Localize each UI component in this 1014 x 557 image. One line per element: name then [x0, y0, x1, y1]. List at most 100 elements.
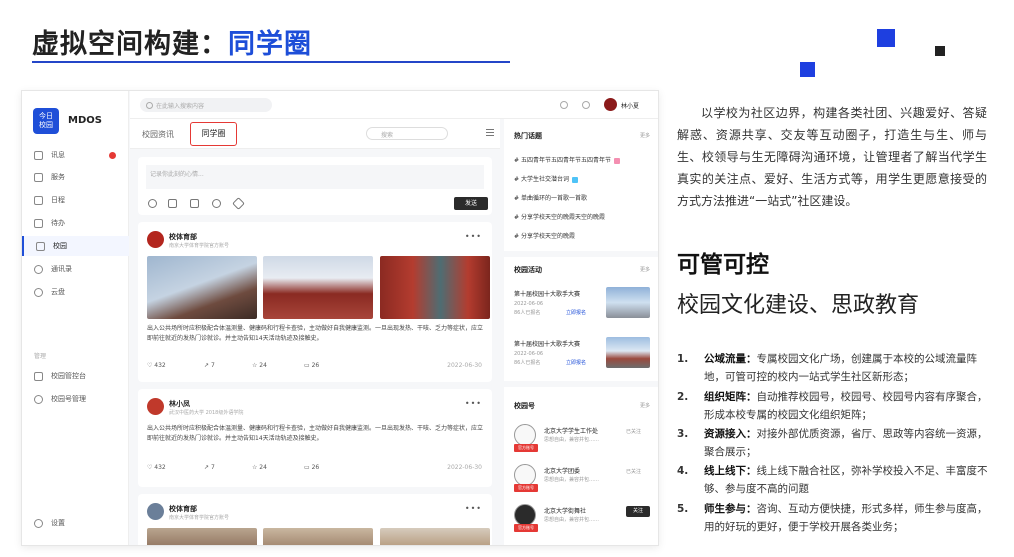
feed-search-input[interactable]: 搜索	[366, 127, 448, 140]
app-logo: 今日 校园	[33, 108, 59, 134]
topic-item[interactable]: # 五四青年节五四青年节五四青年节	[514, 155, 620, 164]
favorite-count[interactable]: ☆ 24	[252, 362, 267, 369]
account-item[interactable]: 官方账号 北京大学学生工作处 思想自由，兼容并包…… 已关注	[514, 424, 654, 458]
more-icon[interactable]: •••	[465, 504, 482, 513]
post-image[interactable]	[263, 528, 373, 545]
section-heading: 可管可控	[677, 252, 769, 278]
decor-square-dark	[935, 46, 945, 56]
right-panel: 热门话题 更多 # 五四青年节五四青年节五四青年节 # 大学生社交潜台词 # 单…	[504, 119, 658, 545]
event-item[interactable]: 第十届校园十大歌手大赛 2022-06-06 86人已报名 立即报名	[514, 337, 654, 369]
topic-item[interactable]: # 单曲循环的一首歌一首歌	[514, 193, 587, 202]
post-author[interactable]: 校体育部	[169, 232, 197, 242]
user-name[interactable]: 林小夏	[621, 101, 639, 110]
title-prefix: 虚拟空间构建：	[32, 29, 228, 60]
official-badge: 官方账号	[514, 484, 538, 492]
event-image	[606, 287, 650, 318]
account-item[interactable]: 官方账号 北京大学团委 思想自由，兼容并包…… 已关注	[514, 464, 654, 498]
author-avatar[interactable]	[147, 398, 164, 415]
divider	[504, 381, 658, 387]
event-title: 第十届校园十大歌手大赛	[514, 341, 581, 348]
feed-tabs: 校园资讯 同学圈 搜索	[130, 119, 500, 149]
more-icon[interactable]: •••	[465, 399, 482, 408]
accounts-more-link[interactable]: 更多	[640, 402, 650, 409]
post-image[interactable]	[263, 256, 373, 319]
monitor-icon	[34, 371, 43, 381]
like-count[interactable]: ♡ 432	[147, 464, 166, 471]
event-register-link[interactable]: 立即报名	[566, 359, 586, 366]
follow-button[interactable]: 关注	[626, 506, 650, 517]
author-avatar[interactable]	[147, 503, 164, 520]
sidebar-item-campus[interactable]: 校园	[22, 236, 129, 256]
post-author[interactable]: 校体育部	[169, 504, 197, 514]
notification-icon[interactable]	[560, 101, 568, 109]
moon-icon[interactable]	[582, 101, 590, 109]
share-count[interactable]: ↗ 7	[204, 362, 215, 369]
service-icon	[34, 172, 43, 182]
post-author-sub: 武汉中医药大学 2018级外语学院	[169, 410, 244, 416]
account-sub: 思想自由，兼容并包……	[544, 437, 600, 443]
accounts-title: 校园号	[514, 402, 535, 410]
video-icon[interactable]	[190, 199, 199, 208]
tag-icon[interactable]	[232, 197, 245, 210]
sidebar-item-messages[interactable]: 讯息	[22, 145, 129, 165]
sidebar-item-account-manage[interactable]: 校园号管理	[22, 389, 129, 409]
settings-icon	[34, 518, 43, 528]
sidebar-item-cloud[interactable]: 云盘	[22, 282, 129, 302]
topic-item[interactable]: # 大学生社交潜台词	[514, 174, 578, 183]
sidebar-item-schedule[interactable]: 日程	[22, 190, 129, 210]
account-sub: 思想自由，兼容并包……	[544, 477, 600, 483]
brand-name: MDOS	[68, 115, 102, 126]
post-image[interactable]	[380, 528, 490, 545]
more-icon[interactable]: •••	[465, 232, 482, 241]
image-icon[interactable]	[168, 199, 177, 208]
account-sub: 思想自由，兼容并包……	[544, 517, 600, 523]
tab-campus-news[interactable]: 校园资讯	[142, 129, 174, 140]
sidebar-item-settings[interactable]: 设置	[22, 513, 129, 533]
sidebar-item-services[interactable]: 服务	[22, 167, 129, 187]
post-author-sub: 南京大学体育学院官方账号	[169, 515, 230, 521]
menu-icon[interactable]	[486, 129, 494, 136]
topic-item[interactable]: # 分享学校天空的晚霞天空的晚霞	[514, 212, 605, 221]
sidebar-item-todo[interactable]: 待办	[22, 213, 129, 233]
hot-topics-more-link[interactable]: 更多	[640, 132, 650, 139]
post-image[interactable]	[380, 256, 490, 319]
global-search-input[interactable]: 在此输入搜索内容	[140, 98, 272, 112]
sidebar: 今日 校园 MDOS 讯息 服务 日程 待办 校园 通讯录 云盘 管理 校园管控…	[22, 91, 129, 545]
account-avatar	[514, 424, 536, 446]
new-tag-icon	[571, 176, 578, 183]
event-count: 86人已报名	[514, 310, 541, 316]
send-button[interactable]: 发送	[454, 197, 488, 210]
followed-label[interactable]: 已关注	[626, 428, 641, 435]
followed-label[interactable]: 已关注	[626, 468, 641, 475]
feed-post: 林小凤 武汉中医药大学 2018级外语学院 ••• 出入公共场所时应积极配合体温…	[138, 389, 492, 487]
comment-count[interactable]: ▭ 26	[304, 362, 319, 369]
mention-icon[interactable]	[212, 199, 221, 208]
section-subheading: 校园文化建设、思政教育	[677, 293, 920, 318]
emoji-icon[interactable]	[148, 199, 157, 208]
official-badge: 官方账号	[514, 444, 538, 452]
post-author-sub: 南京大学体育学院官方账号	[169, 243, 230, 249]
post-image[interactable]	[147, 256, 257, 319]
events-more-link[interactable]: 更多	[640, 266, 650, 273]
tab-classmates-circle[interactable]: 同学圈	[190, 122, 237, 146]
account-item[interactable]: 官方账号 北京大学街舞社 思想自由，兼容并包…… 关注	[514, 504, 654, 538]
post-composer: 记录你此刻的心情... 发送	[138, 157, 492, 215]
sidebar-item-console[interactable]: 校园管控台	[22, 366, 129, 386]
share-count[interactable]: ↗ 7	[204, 464, 215, 471]
app-screenshot: 今日 校园 MDOS 讯息 服务 日程 待办 校园 通讯录 云盘 管理 校园管控…	[21, 90, 659, 546]
favorite-count[interactable]: ☆ 24	[252, 464, 267, 471]
user-avatar[interactable]	[604, 98, 617, 111]
author-avatar[interactable]	[147, 231, 164, 248]
topic-item[interactable]: # 分享学校天空的晚霞	[514, 231, 575, 240]
comment-count[interactable]: ▭ 26	[304, 464, 319, 471]
event-item[interactable]: 第十届校园十大歌手大赛 2022-06-06 86人已报名 立即报名	[514, 287, 654, 319]
event-register-link[interactable]: 立即报名	[566, 309, 586, 316]
sidebar-item-contacts[interactable]: 通讯录	[22, 259, 129, 279]
cloud-icon	[34, 287, 43, 297]
post-author[interactable]: 林小凤	[169, 399, 190, 409]
events-title: 校园活动	[514, 266, 542, 274]
post-image[interactable]	[147, 528, 257, 545]
composer-input[interactable]: 记录你此刻的心情...	[146, 165, 484, 189]
like-count[interactable]: ♡ 432	[147, 362, 166, 369]
event-count: 86人已报名	[514, 360, 541, 366]
